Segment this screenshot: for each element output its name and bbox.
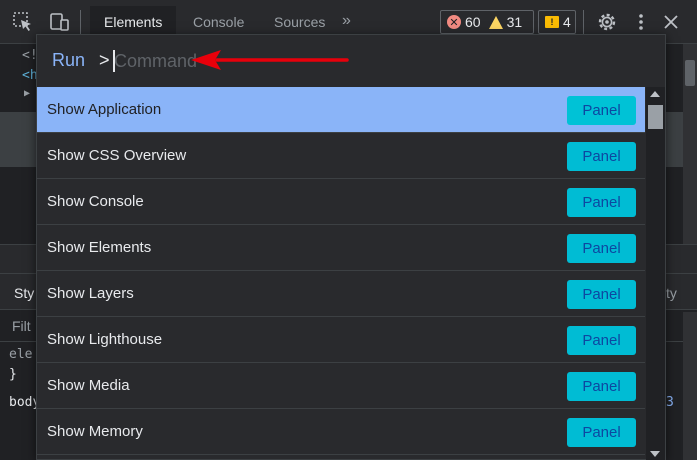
list-item[interactable]: Show Lighthouse Panel: [37, 317, 645, 363]
error-count: 60: [465, 14, 481, 30]
styles-filter-input[interactable]: Filt: [12, 318, 31, 334]
list-item[interactable]: Show Media Panel: [37, 363, 645, 409]
panel-tag[interactable]: Panel: [567, 372, 636, 401]
scroll-down-arrow-icon[interactable]: [650, 451, 660, 457]
list-item[interactable]: Show Layers Panel: [37, 271, 645, 317]
red-arrow-annotation-icon: [191, 50, 349, 70]
element-style-rule: ele: [9, 347, 33, 362]
command-label: Show Media: [47, 377, 130, 394]
command-prefix: >: [99, 50, 110, 70]
panel-tag[interactable]: Panel: [567, 188, 636, 217]
list-item[interactable]: Show Elements Panel: [37, 225, 645, 271]
text-cursor: [113, 50, 115, 72]
run-label: Run: [52, 50, 86, 70]
panel-tag[interactable]: Panel: [567, 96, 636, 125]
command-label: Show Application: [47, 101, 162, 118]
command-label: Show Layers: [47, 285, 134, 302]
more-options-icon[interactable]: [630, 11, 652, 33]
command-label: Show Memory: [47, 423, 143, 440]
settings-gear-icon[interactable]: [596, 11, 618, 33]
issues-count: 4: [563, 14, 571, 30]
list-item[interactable]: Show Memory Panel: [37, 409, 645, 455]
error-warning-counter[interactable]: ✕ 60 31: [440, 10, 534, 34]
device-toolbar-icon[interactable]: [48, 11, 70, 33]
breadcrumb-bar: [666, 112, 683, 167]
toolbar-divider: [80, 10, 81, 34]
list-item[interactable]: Show CSS Overview Panel: [37, 133, 645, 179]
list-item[interactable]: Show Console Panel: [37, 179, 645, 225]
breadcrumb-bar: [0, 112, 36, 167]
style-source-link[interactable]: 3: [666, 395, 674, 410]
scroll-up-arrow-icon[interactable]: [650, 91, 660, 97]
panel-tag[interactable]: Panel: [567, 234, 636, 263]
more-tabs-chevron-icon[interactable]: »: [342, 12, 351, 30]
expand-triangle-icon: ▶: [24, 88, 31, 99]
panel-tag[interactable]: Panel: [567, 142, 636, 171]
tab-computed[interactable]: ty: [666, 285, 677, 301]
toolbar-divider: [583, 10, 584, 34]
command-list: Show Application Panel Show CSS Overview…: [37, 87, 645, 460]
command-input[interactable]: [112, 48, 612, 74]
close-devtools-icon[interactable]: [660, 11, 682, 33]
dom-scrollbar-thumb[interactable]: [685, 60, 695, 86]
styles-scrollbar[interactable]: [683, 312, 697, 460]
command-menu: Run > Show Application Panel Show CSS Ov…: [36, 34, 666, 460]
list-item[interactable]: Show Application Panel: [37, 87, 645, 133]
command-label: Show CSS Overview: [47, 147, 187, 164]
rule-brace: }: [9, 367, 17, 382]
panel-tag[interactable]: Panel: [567, 326, 636, 355]
command-label: Show Lighthouse: [47, 331, 163, 348]
panel-tag[interactable]: Panel: [567, 280, 636, 309]
warning-count: 31: [506, 14, 523, 30]
scrollbar-thumb[interactable]: [648, 105, 663, 129]
command-label: Show Elements: [47, 239, 152, 256]
command-list-scrollbar[interactable]: [646, 87, 665, 460]
inspect-element-icon[interactable]: [12, 11, 34, 33]
command-prompt: Run >: [37, 35, 665, 87]
error-icon: ✕: [447, 15, 461, 29]
tab-styles[interactable]: Sty: [14, 285, 34, 301]
issues-counter[interactable]: ! 4: [538, 10, 576, 34]
command-label: Show Console: [47, 193, 144, 210]
panel-tag[interactable]: Panel: [567, 418, 636, 447]
warning-icon: [488, 15, 503, 29]
issues-icon: !: [545, 16, 559, 28]
